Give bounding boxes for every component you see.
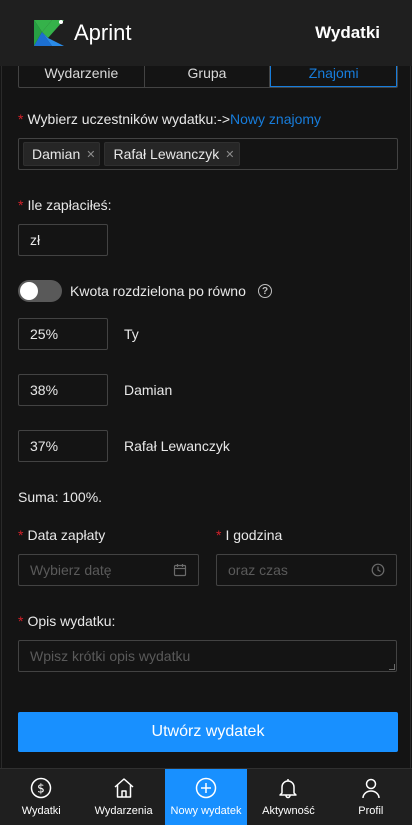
date-picker[interactable]: Wybierz datę: [18, 554, 199, 586]
amount-input[interactable]: zł: [18, 224, 108, 256]
bell-icon: [279, 779, 298, 799]
required-marker: *: [18, 613, 24, 629]
home-icon: [114, 778, 134, 798]
close-icon[interactable]: ✕: [225, 148, 234, 161]
dollar-icon: $: [30, 777, 52, 799]
nav-item-expenses[interactable]: $ Wydatki: [0, 769, 82, 825]
equal-split-label: Kwota rozdzielona po równo: [70, 283, 246, 299]
app-header: Aprint Wydatki: [0, 0, 412, 66]
new-friend-link[interactable]: Nowy znajomy: [230, 111, 321, 127]
share-input-rafal[interactable]: 37%: [18, 430, 108, 462]
description-input[interactable]: Wpisz krótki opis wydatku: [18, 640, 397, 672]
required-marker: *: [18, 527, 24, 543]
participants-label: * Wybierz uczestników wydatku:->Nowy znaj…: [18, 111, 322, 127]
share-input-ty[interactable]: 25%: [18, 318, 108, 350]
expense-form: Wydarzenie Grupa Znajomi * Wybierz uczest…: [1, 58, 411, 768]
share-name-rafal: Rafał Lewanczyk: [124, 438, 230, 454]
create-expense-button[interactable]: Utwórz wydatek: [18, 712, 398, 752]
aprint-logo-icon[interactable]: [32, 16, 66, 50]
bottom-navigation: $ Wydatki Wydarzenia Nowy wydatek Aktywn…: [0, 768, 412, 825]
nav-item-activity[interactable]: Aktywność: [247, 769, 329, 825]
equal-split-toggle[interactable]: [18, 280, 62, 302]
nav-item-events[interactable]: Wydarzenia: [82, 769, 164, 825]
share-name-ty: Ty: [124, 326, 139, 342]
clock-icon: [371, 563, 385, 577]
close-icon[interactable]: ✕: [86, 148, 95, 161]
app-name[interactable]: Aprint: [74, 20, 131, 46]
svg-text:$: $: [37, 782, 45, 796]
required-marker: *: [216, 527, 222, 543]
description-label: * Opis wydatku:: [18, 613, 116, 629]
plus-circle-icon: [195, 777, 217, 799]
share-name-damian: Damian: [124, 382, 173, 398]
participant-tag: Rafał Lewanczyk ✕: [104, 142, 240, 166]
participant-tag: Damian ✕: [23, 142, 101, 166]
time-label: * I godzina: [216, 527, 283, 543]
nav-item-new-expense[interactable]: Nowy wydatek: [164, 769, 248, 825]
share-input-damian[interactable]: 38%: [18, 374, 108, 406]
sum-text: Suma: 100%.: [18, 489, 103, 505]
calendar-icon: [173, 563, 187, 577]
participants-select[interactable]: Damian ✕ Rafał Lewanczyk ✕: [18, 138, 398, 170]
paid-label: * Ile zapłaciłeś:: [18, 197, 112, 213]
resize-handle-icon[interactable]: [389, 664, 395, 670]
toggle-knob: [20, 282, 38, 300]
user-icon: [362, 778, 380, 799]
question-circle-icon[interactable]: ?: [258, 284, 272, 298]
time-picker[interactable]: oraz czas: [216, 554, 397, 586]
required-marker: *: [18, 111, 24, 127]
page-title: Wydatki: [315, 23, 380, 42]
required-marker: *: [18, 197, 24, 213]
nav-item-profile[interactable]: Profil: [330, 769, 412, 825]
date-label: * Data zapłaty: [18, 527, 106, 543]
